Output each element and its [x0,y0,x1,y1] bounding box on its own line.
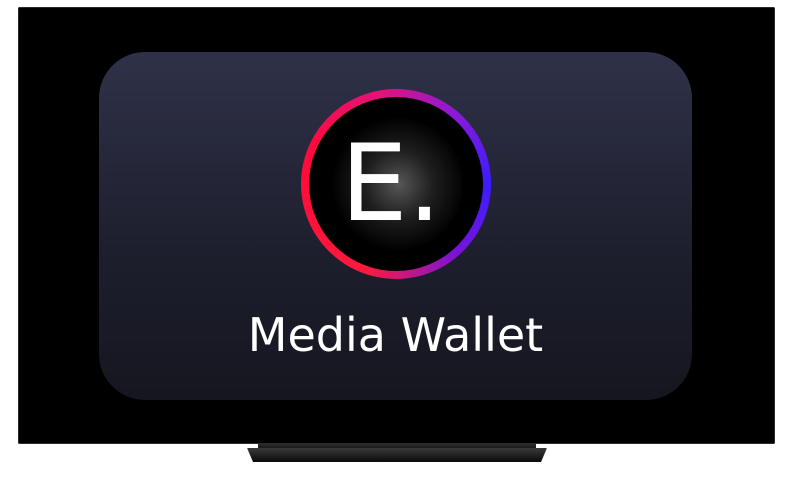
logo-inner-circle: E. [309,97,483,271]
logo-letter: E. [340,122,442,245]
app-title: Media Wallet [247,308,544,362]
app-logo-icon: E. [301,89,491,279]
tv-mockup: E. Media Wallet [0,0,794,477]
tv-stand-base [247,448,547,462]
